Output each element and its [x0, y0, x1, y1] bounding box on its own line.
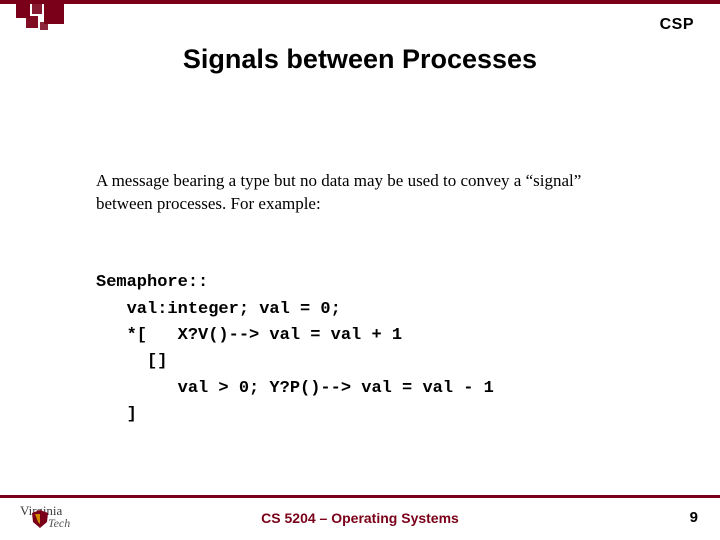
- slide-body: A message bearing a type but no data may…: [96, 170, 624, 455]
- top-rule: [0, 0, 720, 4]
- bottom-rule: [0, 495, 720, 498]
- code-line: ]: [96, 405, 137, 424]
- slide-title: Signals between Processes: [0, 44, 720, 75]
- topic-label: CSP: [660, 16, 694, 34]
- code-line: *[ X?V()--> val = val + 1: [96, 326, 402, 345]
- code-line: val:integer; val = 0;: [96, 300, 341, 319]
- footer-course: CS 5204 – Operating Systems: [0, 510, 720, 526]
- code-line: val > 0; Y?P()--> val = val - 1: [96, 379, 494, 398]
- code-line: []: [96, 352, 167, 371]
- slide: CSP Signals between Processes A message …: [0, 0, 720, 540]
- code-block: Semaphore:: val:integer; val = 0; *[ X?V…: [96, 244, 624, 455]
- corner-decoration: [16, 0, 70, 30]
- page-number: 9: [690, 509, 698, 526]
- lead-paragraph: A message bearing a type but no data may…: [96, 170, 624, 216]
- code-line: Semaphore::: [96, 273, 208, 292]
